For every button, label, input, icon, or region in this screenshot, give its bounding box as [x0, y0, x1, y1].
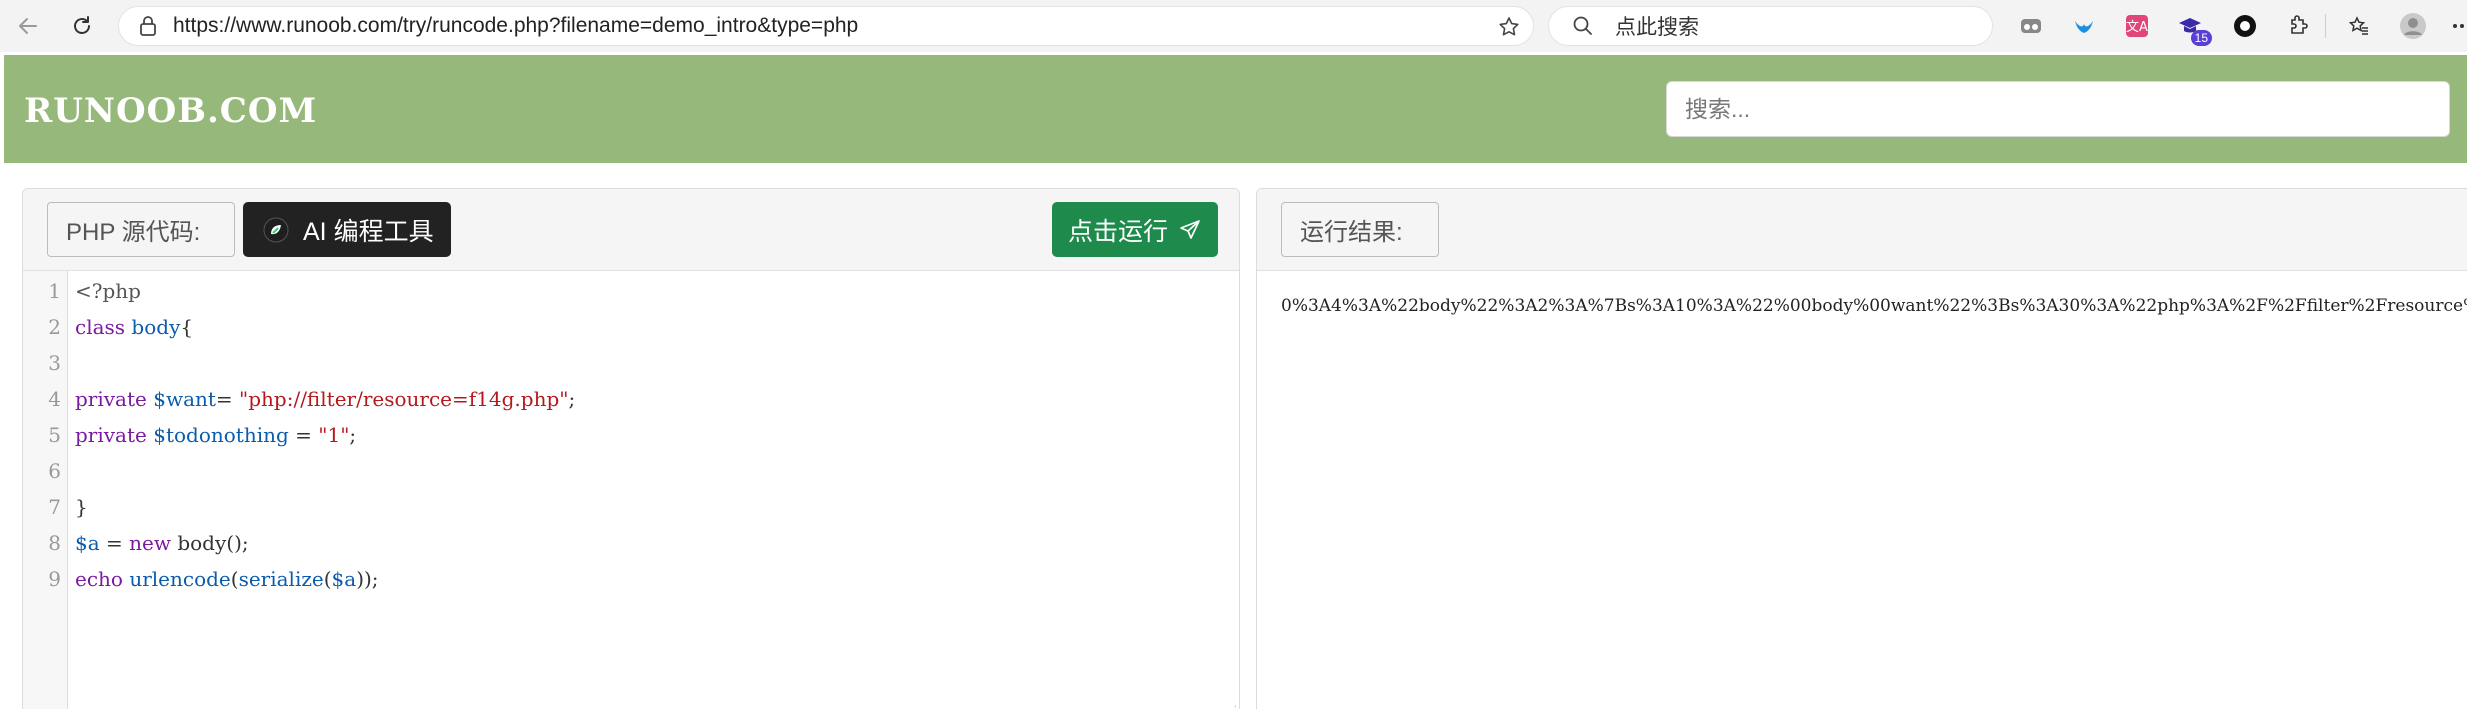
extension-bird-icon[interactable]	[2070, 12, 2098, 40]
code-line[interactable]: }	[75, 495, 88, 519]
code-editor[interactable]: <?php class body{ private $want= "php://fi…	[75, 271, 1239, 709]
line-number: 9	[48, 567, 61, 591]
code-line[interactable]: echo urlencode(serialize($a));	[75, 567, 379, 591]
result-output: 0%3A4%3A%22body%22%3A2%3A%7Bs%3A10%3A%22…	[1281, 296, 2467, 316]
source-panel: PHP 源代码: AI 编程工具 点击运行 1 2 3 4 5 6 7 8 9 …	[22, 188, 1240, 709]
line-number-gutter: 1 2 3 4 5 6 7 8 9	[23, 271, 68, 709]
line-number: 1	[48, 279, 61, 303]
line-number: 2	[48, 315, 61, 339]
resize-handle[interactable]: ⋰	[1227, 705, 1237, 709]
back-icon[interactable]	[10, 8, 46, 44]
star-icon[interactable]	[1497, 15, 1521, 39]
ai-tool-label: AI 编程工具	[303, 217, 434, 246]
extension-circle-icon[interactable]	[2231, 12, 2259, 40]
line-number: 4	[48, 387, 61, 411]
line-number: 5	[48, 423, 61, 447]
extension-glasses-icon[interactable]	[2017, 12, 2045, 40]
url-text[interactable]: https://www.runoob.com/try/runcode.php?f…	[173, 14, 858, 38]
extensions-puzzle-icon[interactable]	[2284, 12, 2312, 40]
code-line[interactable]: class body{	[75, 315, 193, 339]
code-line[interactable]: private $want= "php://filter/resource=f1…	[75, 387, 575, 411]
source-panel-header: PHP 源代码: AI 编程工具 点击运行	[23, 189, 1239, 271]
refresh-icon[interactable]	[64, 8, 100, 44]
favorites-icon[interactable]	[2345, 12, 2373, 40]
site-search-input[interactable]	[1666, 81, 2450, 137]
line-number: 3	[48, 351, 61, 375]
line-number: 8	[48, 531, 61, 555]
toolbar-separator	[2325, 14, 2326, 38]
line-number: 7	[48, 495, 61, 519]
result-panel-header: 运行结果:	[1257, 189, 2467, 271]
browser-search-text: 点此搜索	[1615, 16, 1699, 39]
run-button-label: 点击运行	[1067, 217, 1168, 246]
profile-avatar-icon[interactable]	[2399, 12, 2427, 40]
browser-toolbar: https://www.runoob.com/try/runcode.php?f…	[0, 0, 2467, 52]
result-label: 运行结果:	[1281, 202, 1439, 257]
more-menu-icon[interactable]	[2448, 12, 2467, 40]
lock-icon[interactable]	[137, 15, 159, 37]
site-logo[interactable]: RUNOOB.COM	[24, 91, 317, 131]
code-line[interactable]: $a = new body();	[75, 531, 249, 555]
ai-logo-icon	[263, 217, 289, 243]
code-line[interactable]: <?php	[75, 279, 141, 303]
browser-search-bar[interactable]: 点此搜索	[1548, 6, 1993, 46]
site-header: RUNOOB.COM	[4, 55, 2467, 163]
extension-badge: 15	[2190, 30, 2212, 46]
code-line[interactable]: private $todonothing = "1";	[75, 423, 356, 447]
svg-text:文A: 文A	[2126, 20, 2148, 35]
ai-tool-button[interactable]: AI 编程工具	[243, 202, 451, 257]
send-icon	[1180, 219, 1200, 239]
extension-graduation-cap-icon[interactable]: 15	[2176, 12, 2212, 46]
run-button[interactable]: 点击运行	[1052, 202, 1218, 257]
address-bar[interactable]: https://www.runoob.com/try/runcode.php?f…	[118, 6, 1534, 46]
line-number: 6	[48, 459, 61, 483]
result-panel: 运行结果: 0%3A4%3A%22body%22%3A2%3A%7Bs%3A10…	[1256, 188, 2467, 709]
extension-translate-icon[interactable]: 文A	[2123, 12, 2151, 40]
source-label: PHP 源代码:	[47, 202, 235, 257]
search-icon	[1571, 14, 1595, 38]
